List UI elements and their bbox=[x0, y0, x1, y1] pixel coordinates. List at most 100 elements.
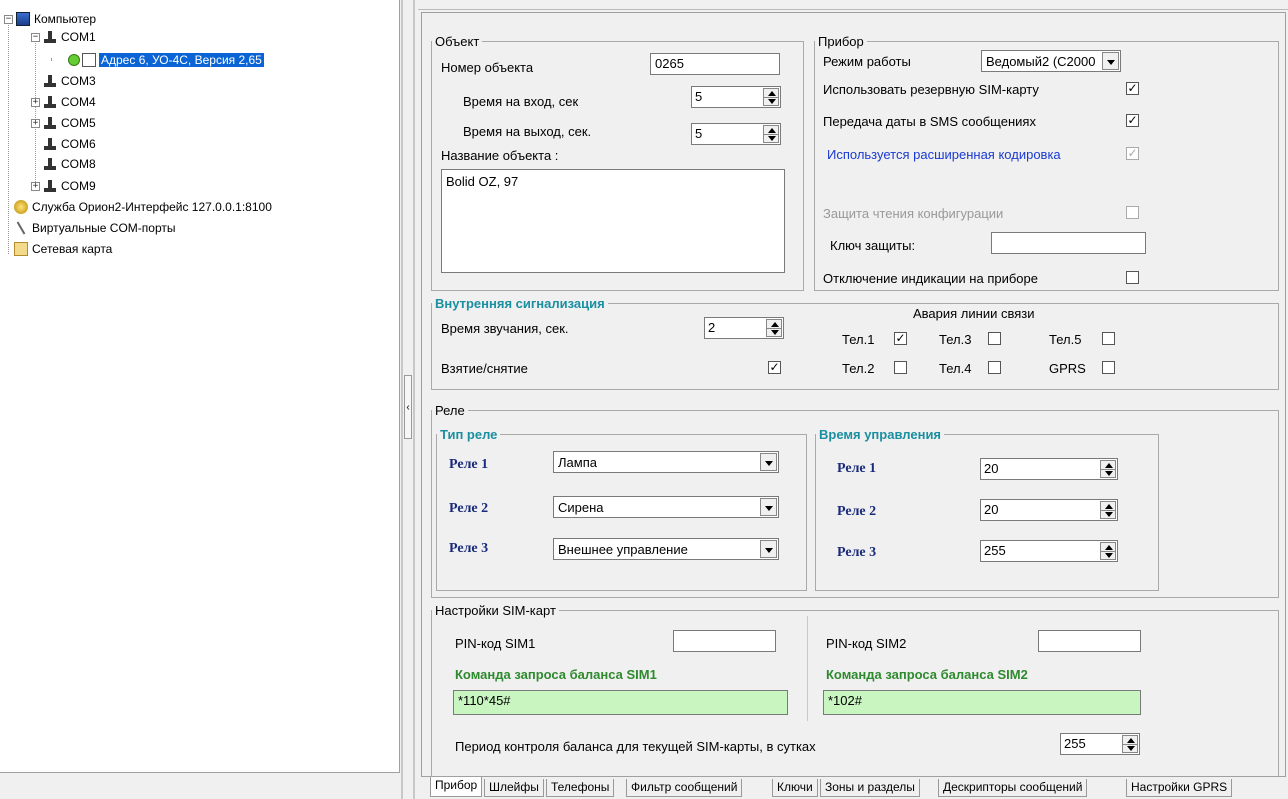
relay1-time-spinner[interactable]: 20 bbox=[980, 458, 1118, 480]
chevron-down-icon[interactable] bbox=[1102, 52, 1119, 70]
exit-time-label: Время на выход, сек. bbox=[463, 124, 592, 139]
spin-arrows-icon[interactable] bbox=[1122, 735, 1138, 753]
collapse-icon[interactable]: − bbox=[31, 32, 40, 42]
exit-time-spinner[interactable]: 5 bbox=[691, 123, 781, 145]
spin-arrows-icon[interactable] bbox=[766, 319, 782, 337]
balance-period-value: 255 bbox=[1064, 736, 1086, 751]
tree-node-com3[interactable]: COM3 bbox=[43, 72, 96, 90]
tree-node-computer[interactable]: − Компьютер bbox=[4, 10, 96, 28]
expand-icon[interactable]: + bbox=[31, 97, 40, 107]
reserve-sim-checkbox[interactable]: ✓ bbox=[1126, 82, 1139, 95]
mode-value: Ведомый2 (С2000 bbox=[986, 54, 1096, 69]
gprs-label: GPRS bbox=[1049, 361, 1086, 376]
tab-message-descriptors[interactable]: Дескрипторы сообщений bbox=[938, 779, 1088, 797]
com-port-icon bbox=[43, 137, 57, 151]
protect-key-input[interactable] bbox=[991, 232, 1146, 254]
tree-node-com4[interactable]: + COM4 bbox=[31, 93, 96, 111]
tree-label: COM4 bbox=[61, 95, 96, 109]
spin-arrows-icon[interactable] bbox=[1100, 501, 1116, 519]
sms-date-checkbox[interactable]: ✓ bbox=[1126, 114, 1139, 127]
gprs-checkbox[interactable] bbox=[1102, 361, 1115, 374]
sound-time-value: 2 bbox=[708, 320, 716, 335]
ext-encoding-checkbox: ✓ bbox=[1126, 146, 1139, 160]
spin-arrows-icon[interactable] bbox=[1100, 460, 1116, 478]
read-protect-label: Защита чтения конфигурации bbox=[823, 206, 1004, 221]
sms-date-label: Передача даты в SMS сообщениях bbox=[823, 114, 1036, 129]
status-bar bbox=[0, 772, 400, 799]
tab-loops[interactable]: Шлейфы bbox=[484, 779, 544, 797]
tree-node-netmap[interactable]: Сетевая карта bbox=[14, 240, 112, 258]
tree-label: Виртуальные COM-порты bbox=[32, 221, 176, 235]
arm-checkbox[interactable]: ✓ bbox=[768, 361, 781, 374]
entry-time-spinner[interactable]: 5 bbox=[691, 86, 781, 108]
relay3-time-value: 255 bbox=[984, 543, 1006, 558]
top-toolbar bbox=[418, 0, 1288, 10]
balance2-label: Команда запроса баланса SIM2 bbox=[826, 667, 1028, 682]
mode-select[interactable]: Ведомый2 (С2000 bbox=[981, 50, 1121, 72]
tab-keys[interactable]: Ключи bbox=[772, 779, 818, 797]
tab-message-filter[interactable]: Фильтр сообщений bbox=[626, 779, 743, 797]
spin-arrows-icon[interactable] bbox=[1100, 542, 1116, 560]
expand-icon[interactable]: + bbox=[31, 118, 40, 128]
tree-node-com6[interactable]: COM6 bbox=[43, 135, 96, 153]
tree-node-service[interactable]: Служба Орион2-Интерфейс 127.0.0.1:8100 bbox=[14, 198, 272, 216]
chevron-down-icon[interactable] bbox=[760, 540, 777, 558]
com-port-icon bbox=[43, 95, 57, 109]
tree-node-com1[interactable]: − COM1 bbox=[31, 28, 96, 46]
relay3-time-label: Реле 3 bbox=[837, 545, 877, 560]
relay1-type-value: Лампа bbox=[558, 455, 597, 470]
tree-label: COM5 bbox=[61, 116, 96, 130]
tree-node-com8[interactable]: COM8 bbox=[43, 155, 96, 173]
tree-label-selected: Адрес 6, УО-4С, Версия 2,65 bbox=[99, 53, 264, 67]
tel1-checkbox[interactable]: ✓ bbox=[894, 332, 907, 345]
tab-device[interactable]: Прибор bbox=[430, 777, 483, 797]
tel4-checkbox[interactable] bbox=[988, 361, 1001, 374]
tree-label: COM1 bbox=[61, 30, 96, 44]
expand-icon[interactable]: + bbox=[31, 181, 40, 191]
tree-label: Служба Орион2-Интерфейс 127.0.0.1:8100 bbox=[32, 200, 272, 214]
tab-zones[interactable]: Зоны и разделы bbox=[820, 779, 920, 797]
tab-phones[interactable]: Телефоны bbox=[546, 779, 615, 797]
pin1-input[interactable] bbox=[673, 630, 776, 652]
balance2-input[interactable]: *102# bbox=[823, 690, 1141, 715]
tree-node-com9[interactable]: + COM9 bbox=[31, 177, 96, 195]
object-number-input[interactable]: 0265 bbox=[650, 53, 780, 75]
balance-period-spinner[interactable]: 255 bbox=[1060, 733, 1140, 755]
chevron-down-icon[interactable] bbox=[760, 453, 777, 471]
tel1-label: Тел.1 bbox=[842, 332, 875, 347]
tel5-label: Тел.5 bbox=[1049, 332, 1082, 347]
spin-arrows-icon[interactable] bbox=[763, 88, 779, 106]
collapse-panel-button[interactable]: ‹ bbox=[404, 375, 412, 439]
map-icon bbox=[14, 242, 28, 256]
spin-arrows-icon[interactable] bbox=[763, 125, 779, 143]
relay1-type-select[interactable]: Лампа bbox=[553, 451, 779, 473]
tel5-checkbox[interactable] bbox=[1102, 332, 1115, 345]
balance1-input[interactable]: *110*45# bbox=[453, 690, 788, 715]
disable-indication-checkbox[interactable] bbox=[1126, 271, 1139, 284]
tel3-checkbox[interactable] bbox=[988, 332, 1001, 345]
tel4-label: Тел.4 bbox=[939, 361, 972, 376]
collapse-icon[interactable]: − bbox=[4, 14, 13, 24]
object-name-textarea[interactable]: Bolid OZ, 97 bbox=[441, 169, 785, 273]
relay3-time-spinner[interactable]: 255 bbox=[980, 540, 1118, 562]
balance1-label: Команда запроса баланса SIM1 bbox=[455, 667, 657, 682]
virtual-port-icon bbox=[11, 218, 30, 237]
object-name-label: Название объекта : bbox=[441, 148, 559, 163]
tree-node-com5[interactable]: + COM5 bbox=[31, 114, 96, 132]
relay2-time-spinner[interactable]: 20 bbox=[980, 499, 1118, 521]
tab-gprs-settings[interactable]: Настройки GPRS bbox=[1126, 779, 1233, 797]
chevron-down-icon[interactable] bbox=[760, 498, 777, 516]
config-panel: Объект Номер объекта 0265 Время на вход,… bbox=[418, 0, 1288, 799]
pin2-input[interactable] bbox=[1038, 630, 1141, 652]
sound-time-spinner[interactable]: 2 bbox=[704, 317, 784, 339]
panel-splitter[interactable]: ‹ bbox=[401, 0, 415, 799]
tree-node-virtual-ports[interactable]: Виртуальные COM-порты bbox=[14, 219, 176, 237]
relay2-type-select[interactable]: Сирена bbox=[553, 496, 779, 518]
relay1-time-value: 20 bbox=[984, 461, 999, 476]
tel2-checkbox[interactable] bbox=[894, 361, 907, 374]
tree-node-device[interactable]: Адрес 6, УО-4С, Версия 2,65 bbox=[68, 51, 264, 69]
exit-time-value: 5 bbox=[695, 126, 703, 141]
internal-alarm-legend: Внутренняя сигнализация bbox=[435, 296, 605, 311]
ext-encoding-label: Используется расширенная кодировка bbox=[827, 147, 1061, 162]
relay3-type-select[interactable]: Внешнее управление bbox=[553, 538, 779, 560]
